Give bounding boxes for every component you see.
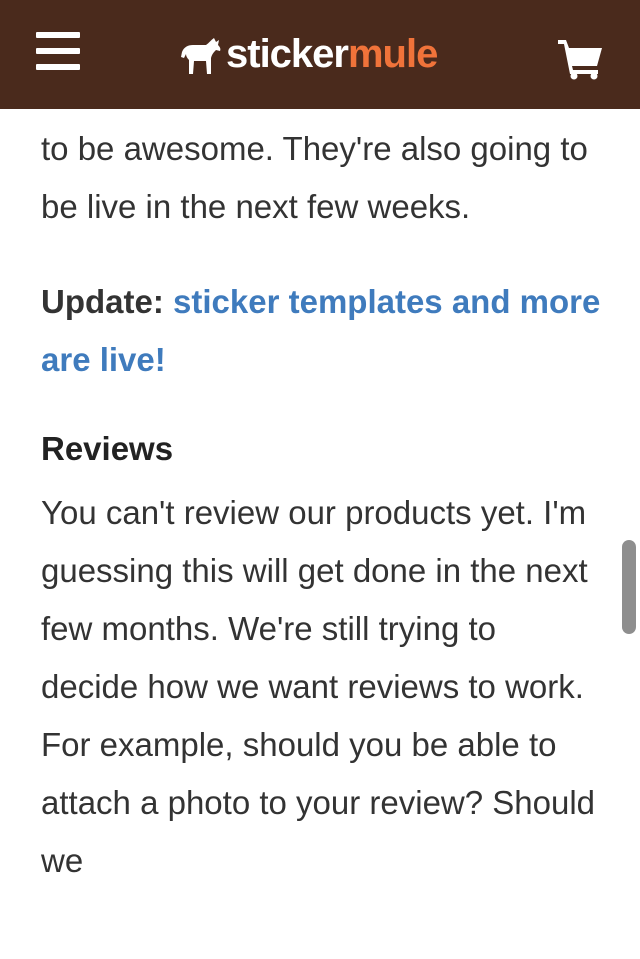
article-paragraph: to be awesome. They're also going to be …: [41, 130, 588, 225]
shopping-cart-icon[interactable]: [556, 36, 604, 80]
cart-glyph: [558, 40, 602, 80]
reviews-paragraph: You can't review our products yet. I'm g…: [41, 494, 596, 879]
menu-line: [36, 32, 80, 38]
logo-word-sticker: sticker: [226, 32, 349, 76]
mule-icon: [181, 38, 221, 74]
scrollbar-thumb[interactable]: [622, 540, 636, 634]
article-content: to be awesome. They're also going to be …: [41, 118, 601, 890]
update-note: Update: sticker templates and more are l…: [41, 273, 601, 389]
logo-word-mule: mule: [347, 32, 438, 76]
menu-line: [36, 48, 80, 54]
update-label: Update:: [41, 283, 164, 320]
reviews-heading: Reviews: [41, 430, 174, 467]
stickermule-logo[interactable]: sticker mule: [178, 26, 438, 82]
top-navigation-bar: sticker mule: [0, 0, 640, 109]
menu-line: [36, 64, 80, 70]
hamburger-menu-icon[interactable]: [36, 30, 82, 74]
